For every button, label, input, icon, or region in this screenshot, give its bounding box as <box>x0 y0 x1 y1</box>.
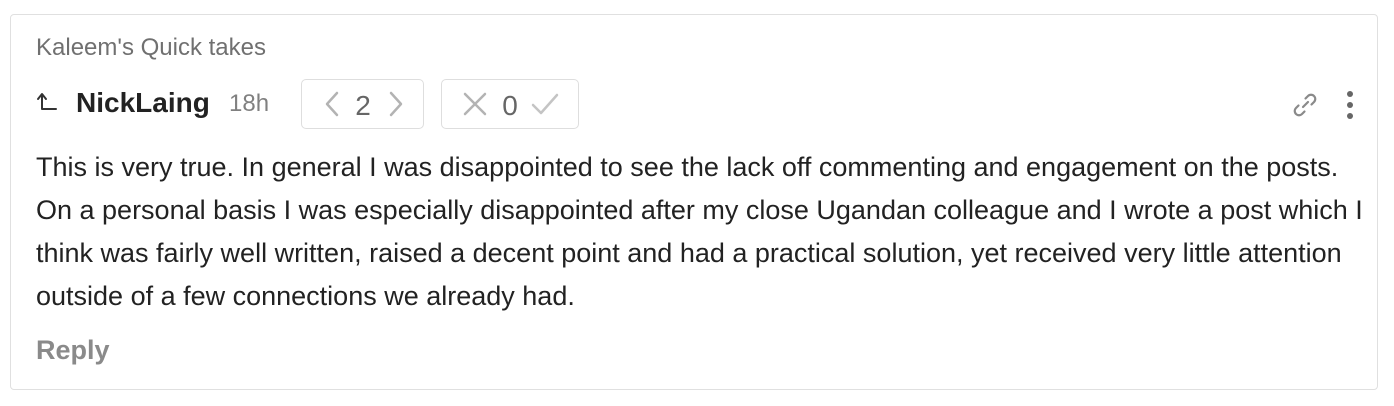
karma-vote-box: 2 <box>301 79 424 129</box>
parent-comment-arrow-icon[interactable] <box>36 89 58 113</box>
cross-icon[interactable] <box>460 89 490 119</box>
check-icon[interactable] <box>530 89 560 119</box>
reply-button[interactable]: Reply <box>36 334 110 366</box>
agreement-vote-box: 0 <box>441 79 579 129</box>
vertical-dots-icon[interactable] <box>1343 89 1357 121</box>
comment-author[interactable]: NickLaing <box>76 87 210 119</box>
karma-score: 2 <box>355 90 371 121</box>
comment-body: This is very true. In general I was disa… <box>36 152 1363 311</box>
comment-meta-row: NickLaing 18h 2 0 <box>36 79 1357 131</box>
comment-age[interactable]: 18h <box>229 90 269 118</box>
chevron-right-icon[interactable] <box>380 89 410 119</box>
agreement-score: 0 <box>502 90 518 121</box>
comment-card: Kaleem's Quick takes NickLaing 18h 2 0 T… <box>10 14 1378 390</box>
chevron-left-icon[interactable] <box>318 89 348 119</box>
link-icon[interactable] <box>1291 91 1319 119</box>
post-title-breadcrumb[interactable]: Kaleem's Quick takes <box>36 34 266 62</box>
